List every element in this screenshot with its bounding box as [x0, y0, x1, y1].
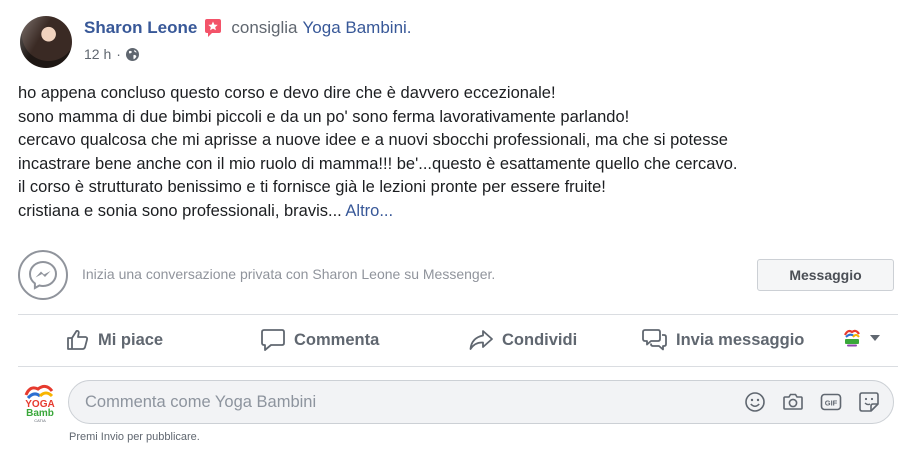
comment-input[interactable]	[85, 381, 685, 423]
meta-separator: ·	[116, 46, 121, 62]
composer-tools: GIF	[729, 390, 881, 414]
message-button[interactable]: Messaggio	[757, 259, 894, 291]
emoji-icon[interactable]	[743, 390, 767, 414]
post-meta: 12 h ·	[84, 46, 139, 62]
like-button[interactable]: Mi piace	[66, 318, 163, 362]
divider	[18, 366, 898, 367]
comment-composer: GIF	[68, 380, 894, 424]
body-line: sono mamma di due bimbi piccoli e da un …	[18, 107, 630, 126]
post-card: Sharon Leone consiglia Yoga Bambini. 12 …	[0, 0, 915, 462]
send-message-label: Invia messaggio	[676, 330, 805, 349]
thumbs-up-icon	[67, 330, 89, 350]
composer-hint: Premi Invio per pubblicare.	[69, 431, 200, 443]
share-button[interactable]: Condividi	[468, 318, 577, 362]
messenger-prompt-text: Inizia una conversazione privata con Sha…	[82, 266, 496, 282]
body-line: cercavo qualcosa che mi aprisse a nuove …	[18, 131, 728, 149]
share-arrow-icon	[469, 330, 493, 350]
author-name-link[interactable]: Sharon Leone	[84, 18, 197, 38]
chat-bubbles-icon	[642, 329, 667, 351]
comment-bubble-icon	[261, 329, 285, 351]
page-name-link[interactable]: Yoga Bambini.	[303, 18, 412, 38]
body-line-last: cristiana e sonia sono professionali, br…	[18, 200, 898, 224]
body-line: cristiana e sonia sono professionali, br…	[18, 201, 346, 220]
globe-icon	[125, 47, 139, 61]
like-label: Mi piace	[98, 330, 164, 349]
camera-icon[interactable]	[781, 390, 805, 414]
body-line: ho appena concluso questo corso e devo d…	[18, 84, 556, 102]
recommends-text: consiglia	[231, 18, 298, 37]
body-line: incastrare bene anche con il mio ruolo d…	[18, 154, 738, 173]
post-header: Sharon Leone consiglia Yoga Bambini.	[84, 18, 412, 38]
comment-label: Commenta	[294, 330, 380, 349]
share-label: Condividi	[502, 330, 578, 349]
recommendation-star-icon	[203, 18, 223, 38]
post-timestamp[interactable]: 12 h	[84, 46, 111, 62]
author-avatar[interactable]	[20, 16, 72, 68]
gif-icon[interactable]: GIF	[819, 390, 843, 414]
messenger-icon	[18, 250, 68, 300]
page-logo-icon	[842, 328, 862, 348]
messenger-prompt: Inizia una conversazione privata con Sha…	[18, 250, 894, 300]
commenter-page-logo: YOGA Bamb CATIA	[16, 379, 64, 427]
sticker-icon[interactable]	[857, 390, 881, 414]
divider	[18, 314, 898, 315]
send-message-button[interactable]: Invia messaggio	[642, 318, 804, 362]
svg-text:GIF: GIF	[825, 399, 838, 408]
chevron-down-icon	[870, 335, 880, 341]
post-body: ho appena concluso questo corso e devo d…	[18, 82, 898, 223]
action-bar: Mi piace Commenta Condividi Invia messag…	[18, 318, 898, 362]
page-selector-dropdown[interactable]	[842, 328, 880, 348]
logo-text-catia: CATIA	[34, 418, 46, 423]
body-line: il corso è strutturato benissimo e ti fo…	[18, 178, 606, 196]
comment-button[interactable]: Commenta	[260, 318, 379, 362]
see-more-link[interactable]: Altro...	[345, 202, 393, 220]
